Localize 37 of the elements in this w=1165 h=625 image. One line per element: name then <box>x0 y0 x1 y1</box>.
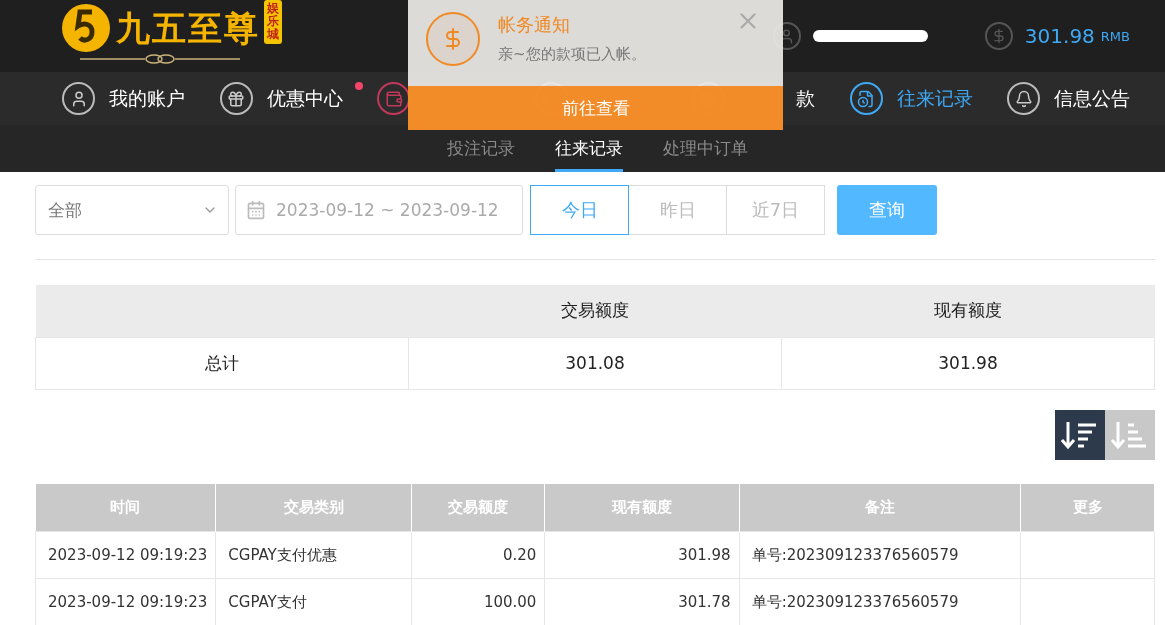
header-cell: 现有额度 <box>781 285 1155 337</box>
nav-item[interactable]: 往来记录 <box>849 78 1008 119</box>
gift-icon <box>219 82 253 115</box>
records-icon <box>849 82 883 115</box>
dollar-icon <box>984 22 1013 50</box>
sort-descending-icon <box>1061 419 1099 450</box>
table-cell: 301.98 <box>781 337 1155 389</box>
ornament-line-icon <box>80 54 240 64</box>
calendar-icon <box>246 200 266 220</box>
table-cell: 2023-09-12 09:19:23 <box>35 578 216 625</box>
bell-icon <box>1007 82 1041 115</box>
date-range-field[interactable]: 2023-09-12 ~ 2023-09-12 <box>235 185 523 235</box>
header-cell: 交易额度 <box>408 285 782 337</box>
view-button[interactable]: 前往查看 <box>408 86 783 130</box>
balance-amount: 301.98 <box>1024 24 1095 48</box>
nav-item[interactable]: 信息公告 <box>1007 78 1165 119</box>
nav-item[interactable]: 我的账户 <box>62 78 220 119</box>
sort-button[interactable] <box>1055 409 1105 460</box>
table-cell: 301.98 <box>544 531 740 579</box>
type-select[interactable]: 全部 <box>35 185 229 235</box>
date-preset-button[interactable]: 今日 <box>530 185 629 235</box>
user-icon <box>62 82 95 115</box>
table-cell: CGPAY支付优惠 <box>215 531 412 579</box>
brand-name: 九五至尊 <box>116 7 260 50</box>
notification-message: 亲~您的款项已入帐。 <box>498 45 646 64</box>
nav-item[interactable]: 优惠中心 <box>219 78 378 119</box>
table-cell: 301.08 <box>408 337 782 389</box>
table-cell: 单号:202309123376560579 <box>739 531 1021 579</box>
table-cell: 总计 <box>35 337 409 389</box>
notification-title: 帐务通知 <box>498 13 571 37</box>
table-cell: 2023-09-12 09:19:23 <box>35 531 216 579</box>
brand-tag: 娱乐城 <box>264 0 282 44</box>
table-cell: 0.20 <box>411 531 545 579</box>
sort-ascending-icon <box>1111 419 1149 450</box>
chat-dollar-icon <box>426 12 480 66</box>
logo-icon <box>60 2 112 54</box>
currency-label: RMB <box>1100 28 1130 44</box>
